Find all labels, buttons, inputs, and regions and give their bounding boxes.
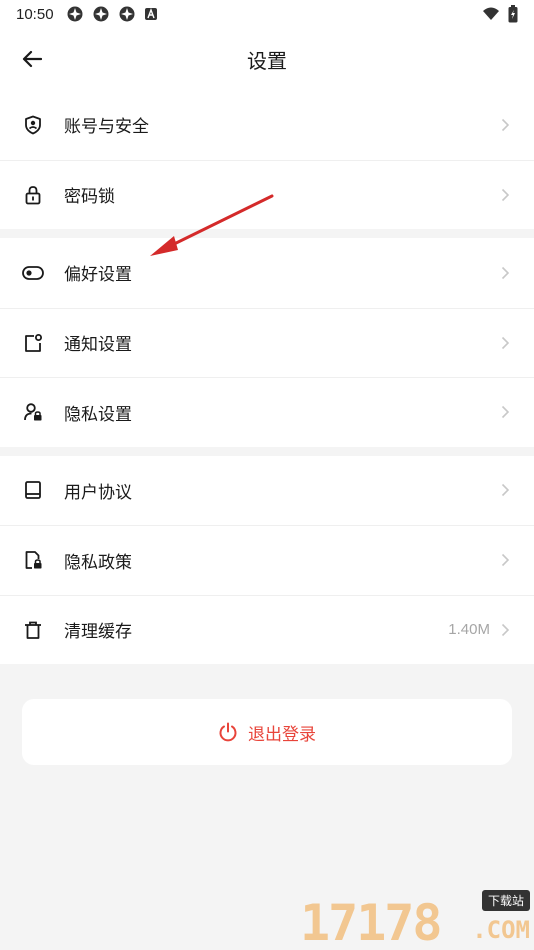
header: 设置 <box>0 28 534 90</box>
settings-item-privacy-settings[interactable]: 隐私设置 <box>0 377 534 447</box>
settings-item-account-security[interactable]: 账号与安全 <box>0 90 534 160</box>
toggle-icon <box>22 262 44 284</box>
app-icon <box>66 5 84 23</box>
logout-section: 退出登录 <box>0 664 534 765</box>
settings-item-label: 账号与安全 <box>64 117 149 138</box>
trash-icon <box>22 619 44 641</box>
chevron-right-icon <box>498 553 512 567</box>
settings-item-label: 隐私政策 <box>64 552 132 573</box>
notification-icon <box>22 332 44 354</box>
chevron-right-icon <box>498 405 512 419</box>
settings-item-user-agreement[interactable]: 用户协议 <box>0 456 534 526</box>
watermark-digits: 17178 <box>300 894 443 950</box>
watermark-badge: 下载站 <box>481 890 530 911</box>
group-divider <box>0 446 534 456</box>
settings-item-clear-cache[interactable]: 清理缓存 1.40M <box>0 594 534 665</box>
watermark-domain: .COM <box>472 916 530 944</box>
chevron-right-icon <box>498 483 512 497</box>
chevron-right-icon <box>498 266 512 280</box>
chevron-right-icon <box>498 336 512 350</box>
annotation-arrow-icon <box>150 194 274 256</box>
book-icon <box>22 479 44 501</box>
chevron-right-icon <box>498 623 512 637</box>
logout-button[interactable]: 退出登录 <box>22 699 512 765</box>
page-title: 设置 <box>247 48 287 73</box>
app-icon <box>118 5 136 23</box>
battery-icon <box>508 5 518 23</box>
watermark-logo: 17178 下载站 .COM <box>300 890 530 948</box>
wifi-icon <box>482 6 500 22</box>
settings-group-legal: 用户协议 隐私政策 清理缓存 1.40M <box>0 455 534 665</box>
back-button[interactable] <box>20 47 44 71</box>
shield-user-icon <box>22 114 44 136</box>
lock-icon <box>22 184 44 206</box>
power-icon <box>218 722 238 742</box>
settings-item-label: 用户协议 <box>64 482 132 503</box>
settings-item-label: 清理缓存 <box>64 622 132 643</box>
app-icon <box>92 5 110 23</box>
chevron-right-icon <box>498 118 512 132</box>
settings-item-label: 通知设置 <box>64 335 132 356</box>
settings-item-label: 隐私设置 <box>64 404 132 425</box>
settings-item-notifications[interactable]: 通知设置 <box>0 307 534 378</box>
status-time: 10:50 <box>16 5 54 23</box>
settings-group-preferences: 偏好设置 通知设置 隐私设置 <box>0 238 534 447</box>
settings-item-privacy-policy[interactable]: 隐私政策 <box>0 525 534 595</box>
settings-item-label: 偏好设置 <box>64 265 132 286</box>
status-bar: 10:50 <box>0 0 534 28</box>
user-lock-icon <box>22 401 44 423</box>
a-icon <box>144 7 158 21</box>
logout-label: 退出登录 <box>248 724 316 745</box>
file-lock-icon <box>22 549 44 571</box>
settings-item-label: 密码锁 <box>64 187 115 208</box>
chevron-right-icon <box>498 188 512 202</box>
cache-size-value: 1.40M <box>448 621 490 639</box>
arrow-left-icon <box>22 50 42 68</box>
